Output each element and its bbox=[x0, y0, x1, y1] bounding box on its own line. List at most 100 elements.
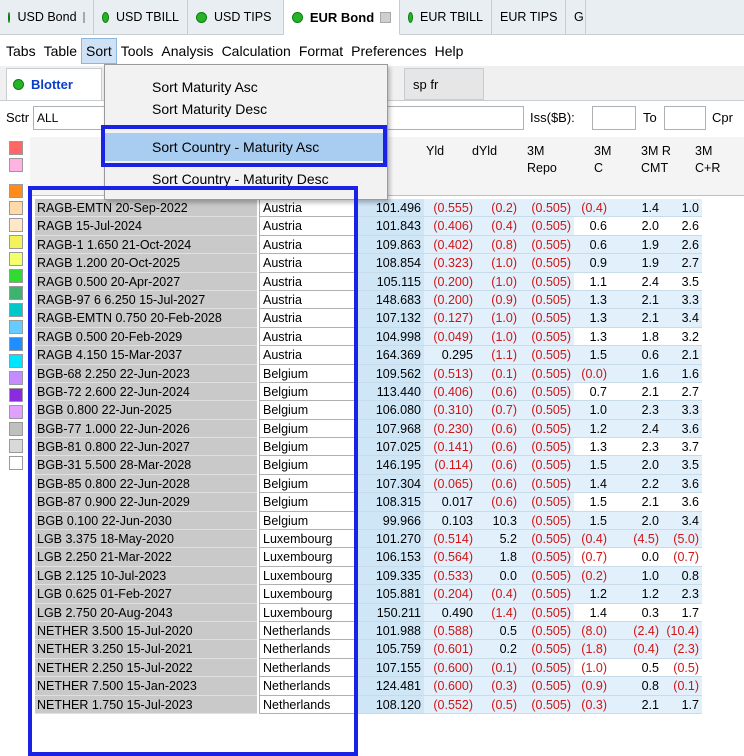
menu-tools[interactable]: Tools bbox=[117, 38, 158, 64]
repo-cell: (0.505) bbox=[520, 677, 574, 696]
repo-cell: (0.505) bbox=[520, 695, 574, 714]
tab-eur-tips[interactable]: EUR TIPS bbox=[492, 0, 566, 34]
column-header-3m-c[interactable]: 3M C bbox=[594, 143, 611, 177]
table-row[interactable]: RAGB 0.500 20-Apr-2027 Austria 105.115 (0.2… bbox=[35, 272, 744, 291]
color-swatch[interactable] bbox=[9, 405, 23, 419]
table-row[interactable]: RAGB-1 1.650 21-Oct-2024 Austria 109.863 (0… bbox=[35, 235, 744, 255]
menu-preferences[interactable]: Preferences bbox=[347, 38, 430, 64]
dyield-cell: (0.4) bbox=[476, 217, 520, 236]
yield-cell: (0.513) bbox=[424, 364, 476, 383]
table-row[interactable]: NETHER 7.500 15-Jan-2023 Netherlands 124.4… bbox=[35, 677, 744, 696]
sector-label: Sctr bbox=[6, 110, 30, 125]
dyield-cell: (0.6) bbox=[476, 438, 520, 457]
table-row[interactable]: LGB 2.750 20-Aug-2043 Luxembourg 150.211 0.… bbox=[35, 603, 744, 622]
color-swatch[interactable] bbox=[9, 286, 23, 300]
tab-usd-tbill[interactable]: USD TBILL bbox=[94, 0, 188, 34]
menu-item-sort-maturity-asc[interactable]: Sort Maturity Asc bbox=[105, 73, 385, 101]
table-row[interactable]: BGB 0.100 22-Jun-2030 Belgium 99.966 0.103 1… bbox=[35, 511, 744, 531]
close-tab-icon[interactable] bbox=[380, 11, 391, 23]
menu-table[interactable]: Table bbox=[40, 38, 81, 64]
tab-eur-bond[interactable]: EUR Bond bbox=[284, 0, 400, 35]
color-swatch[interactable] bbox=[9, 337, 23, 351]
column-header-3m-r-cmt[interactable]: 3M R CMT bbox=[641, 143, 671, 177]
carry-cell: 1.5 bbox=[574, 511, 610, 531]
menu-analysis[interactable]: Analysis bbox=[157, 38, 217, 64]
column-header-yld[interactable]: Yld bbox=[426, 143, 444, 160]
table-row[interactable]: NETHER 2.250 15-Jul-2022 Netherlands 107.1… bbox=[35, 658, 744, 678]
table-row[interactable]: LGB 2.250 21-Mar-2022 Luxembourg 106.153 (0… bbox=[35, 548, 744, 567]
table-row[interactable]: RAGB-97 6 6.250 15-Jul-2027 Austria 148.68… bbox=[35, 290, 744, 310]
table-row[interactable]: RAGB 4.150 15-Mar-2037 Austria 164.369 0.29… bbox=[35, 346, 744, 365]
menu-calculation[interactable]: Calculation bbox=[218, 38, 295, 64]
table-row[interactable]: RAGB 15-Jul-2024 Austria 101.843 (0.406) (0.… bbox=[35, 217, 744, 236]
table-row[interactable]: RAGB 0.500 20-Feb-2029 Austria 104.998 (0.0… bbox=[35, 327, 744, 347]
color-swatch[interactable] bbox=[9, 388, 23, 402]
table-row[interactable]: RAGB-EMTN 0.750 20-Feb-2028 Austria 107.13… bbox=[35, 309, 744, 328]
table-row[interactable]: BGB-72 2.600 22-Jun-2024 Belgium 113.440 (0… bbox=[35, 382, 744, 402]
table-row[interactable]: BGB-87 0.900 22-Jun-2029 Belgium 108.315 0.… bbox=[35, 493, 744, 512]
carry-roll-cell: 3.4 bbox=[662, 309, 702, 328]
menu-help[interactable]: Help bbox=[431, 38, 468, 64]
color-swatch[interactable] bbox=[9, 158, 23, 172]
menu-item-sort-country-maturity-asc[interactable]: Sort Country - Maturity Asc bbox=[105, 133, 385, 161]
table-row[interactable]: BGB 0.800 22-Jun-2025 Belgium 106.080 (0.31… bbox=[35, 401, 744, 420]
color-swatch[interactable] bbox=[9, 320, 23, 334]
menu-tabs[interactable]: Tabs bbox=[0, 38, 40, 64]
color-swatch[interactable] bbox=[9, 303, 23, 317]
table-row[interactable]: NETHER 3.250 15-Jul-2021 Netherlands 105.7… bbox=[35, 640, 744, 659]
tab-usd-bond[interactable]: USD Bond bbox=[0, 0, 94, 34]
color-swatch[interactable] bbox=[9, 252, 23, 266]
repo-cell: (0.505) bbox=[520, 548, 574, 567]
country-cell: Netherlands bbox=[259, 695, 356, 714]
menu-item-sort-maturity-desc[interactable]: Sort Maturity Desc bbox=[105, 101, 385, 123]
table-row[interactable]: LGB 2.125 10-Jul-2023 Luxembourg 109.335 (0… bbox=[35, 566, 744, 586]
tab-sp-fr[interactable]: sp fr bbox=[404, 68, 484, 100]
table-row[interactable]: NETHER 3.500 15-Jul-2020 Netherlands 101.9… bbox=[35, 621, 744, 641]
issue-size-to-input[interactable] bbox=[664, 106, 706, 130]
country-cell: Austria bbox=[259, 235, 356, 255]
menu-item-sort-country-maturity-desc[interactable]: Sort Country - Maturity Desc bbox=[105, 165, 385, 193]
table-row[interactable]: LGB 3.375 18-May-2020 Luxembourg 101.270 (0… bbox=[35, 530, 744, 549]
price-cell: 108.315 bbox=[358, 493, 424, 512]
color-swatch[interactable] bbox=[9, 439, 23, 453]
bond-name-cell: LGB 2.750 20-Aug-2043 bbox=[35, 603, 257, 622]
column-header-dyld[interactable]: dYld bbox=[472, 143, 497, 160]
table-row[interactable]: BGB-85 0.800 22-Jun-2028 Belgium 107.304 (0… bbox=[35, 474, 744, 494]
color-swatch[interactable] bbox=[9, 184, 23, 198]
color-swatch[interactable] bbox=[9, 141, 23, 155]
tab-eur-tbill[interactable]: EUR TBILL bbox=[400, 0, 492, 34]
table-row[interactable]: BGB-77 1.000 22-Jun-2026 Belgium 107.968 (0… bbox=[35, 419, 744, 439]
roll-cell: 2.4 bbox=[610, 272, 662, 291]
menu-format[interactable]: Format bbox=[295, 38, 347, 64]
color-swatch[interactable] bbox=[9, 201, 23, 215]
tab-blotter[interactable]: Blotter bbox=[6, 68, 102, 100]
color-swatch[interactable] bbox=[9, 456, 23, 470]
color-swatch[interactable] bbox=[9, 422, 23, 436]
sector-select[interactable]: ALL bbox=[33, 106, 108, 130]
menu-sort[interactable]: Sort bbox=[81, 38, 117, 64]
issue-size-from-input[interactable] bbox=[592, 106, 636, 130]
carry-roll-cell: 2.7 bbox=[662, 382, 702, 402]
table-row[interactable]: BGB-68 2.250 22-Jun-2023 Belgium 109.562 (0… bbox=[35, 364, 744, 383]
table-row[interactable]: BGB-31 5.500 28-Mar-2028 Belgium 146.195 (0… bbox=[35, 456, 744, 475]
table-row[interactable]: RAGB-EMTN 20-Sep-2022 Austria 101.496 (0.55… bbox=[35, 199, 744, 218]
color-swatch[interactable] bbox=[9, 218, 23, 232]
table-row[interactable]: LGB 0.625 01-Feb-2027 Luxembourg 105.881 (0… bbox=[35, 585, 744, 604]
search-field[interactable] bbox=[384, 106, 524, 130]
table-row[interactable]: BGB-81 0.800 22-Jun-2027 Belgium 107.025 (0… bbox=[35, 438, 744, 457]
color-swatch[interactable] bbox=[9, 354, 23, 368]
tab-usd-tips[interactable]: USD TIPS bbox=[188, 0, 284, 34]
color-swatch[interactable] bbox=[9, 235, 23, 249]
country-cell: Belgium bbox=[259, 493, 356, 512]
close-tab-icon[interactable] bbox=[82, 11, 85, 23]
bond-name-cell: RAGB 1.200 20-Oct-2025 bbox=[35, 254, 257, 273]
coupon-label: Cpr bbox=[712, 110, 733, 125]
column-header-3m-c-plus-r[interactable]: 3M C+R bbox=[695, 143, 720, 177]
table-row[interactable]: NETHER 1.750 15-Jul-2023 Netherlands 108.1… bbox=[35, 695, 744, 714]
roll-cell: 1.6 bbox=[610, 364, 662, 383]
tab-g[interactable]: G bbox=[566, 0, 586, 34]
color-swatch[interactable] bbox=[9, 269, 23, 283]
color-swatch[interactable] bbox=[9, 371, 23, 385]
table-row[interactable]: RAGB 1.200 20-Oct-2025 Austria 108.854 (0.3… bbox=[35, 254, 744, 273]
column-header-3m-repo[interactable]: 3M Repo bbox=[527, 143, 557, 177]
